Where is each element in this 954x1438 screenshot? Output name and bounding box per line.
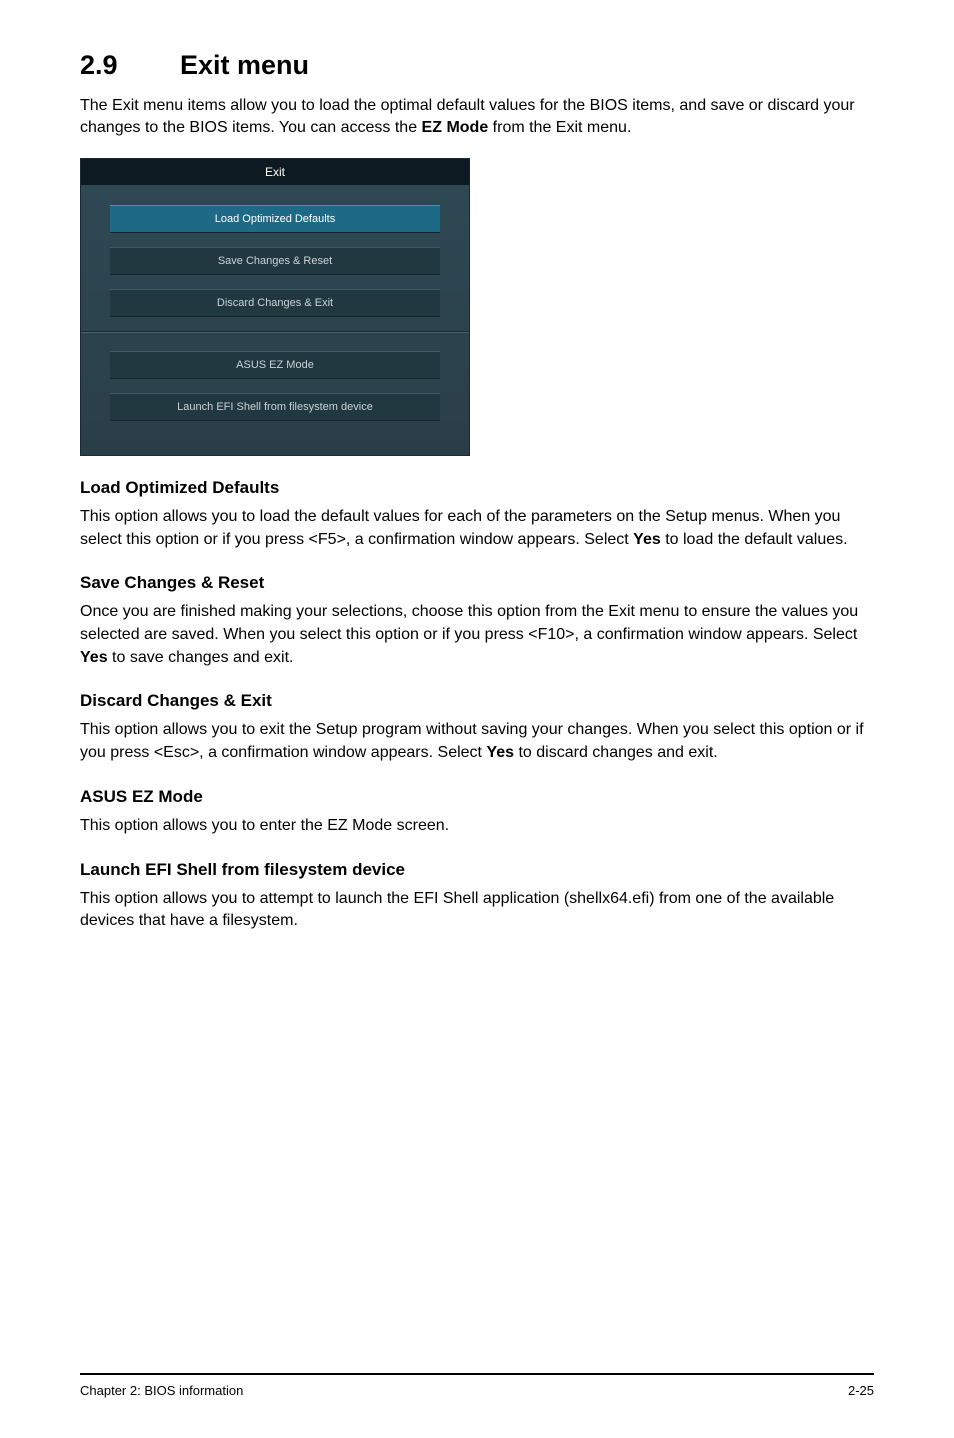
- text: to load the default values.: [661, 531, 848, 548]
- heading-launch-efi-shell: Launch EFI Shell from filesystem device: [80, 860, 874, 880]
- section-title: Exit menu: [180, 50, 309, 80]
- para-discard-changes-exit: This option allows you to exit the Setup…: [80, 719, 874, 764]
- text: This option allows you to exit the Setup…: [80, 721, 864, 761]
- bios-launch-efi-shell[interactable]: Launch EFI Shell from filesystem device: [110, 393, 440, 421]
- para-launch-efi-shell: This option allows you to attempt to lau…: [80, 888, 874, 933]
- bios-discard-changes-exit[interactable]: Discard Changes & Exit: [110, 289, 440, 317]
- para-save-changes-reset: Once you are finished making your select…: [80, 601, 874, 669]
- bios-tab-exit[interactable]: Exit: [81, 159, 469, 185]
- heading-discard-changes-exit: Discard Changes & Exit: [80, 691, 874, 711]
- text-bold: Yes: [486, 744, 514, 761]
- para-asus-ez-mode: This option allows you to enter the EZ M…: [80, 815, 874, 838]
- bios-separator: [81, 331, 469, 333]
- bios-asus-ez-mode[interactable]: ASUS EZ Mode: [110, 351, 440, 379]
- text-bold: Yes: [80, 649, 108, 666]
- intro-bold: EZ Mode: [422, 119, 489, 136]
- text: to discard changes and exit.: [514, 744, 718, 761]
- footer-page-number: 2-25: [848, 1383, 874, 1398]
- page-heading: 2.9Exit menu: [80, 50, 874, 81]
- intro-text-end: from the Exit menu.: [488, 119, 631, 136]
- text: to save changes and exit.: [108, 649, 294, 666]
- page-footer: Chapter 2: BIOS information 2-25: [80, 1373, 874, 1398]
- heading-load-optimized-defaults: Load Optimized Defaults: [80, 478, 874, 498]
- bios-load-optimized-defaults[interactable]: Load Optimized Defaults: [110, 205, 440, 233]
- heading-asus-ez-mode: ASUS EZ Mode: [80, 787, 874, 807]
- para-load-optimized-defaults: This option allows you to load the defau…: [80, 506, 874, 551]
- bios-save-changes-reset[interactable]: Save Changes & Reset: [110, 247, 440, 275]
- footer-chapter: Chapter 2: BIOS information: [80, 1383, 243, 1398]
- heading-save-changes-reset: Save Changes & Reset: [80, 573, 874, 593]
- intro-paragraph: The Exit menu items allow you to load th…: [80, 95, 874, 140]
- text-bold: Yes: [633, 531, 661, 548]
- section-number: 2.9: [80, 50, 180, 81]
- text: Once you are finished making your select…: [80, 603, 858, 643]
- bios-exit-menu: Exit Load Optimized Defaults Save Change…: [80, 158, 470, 456]
